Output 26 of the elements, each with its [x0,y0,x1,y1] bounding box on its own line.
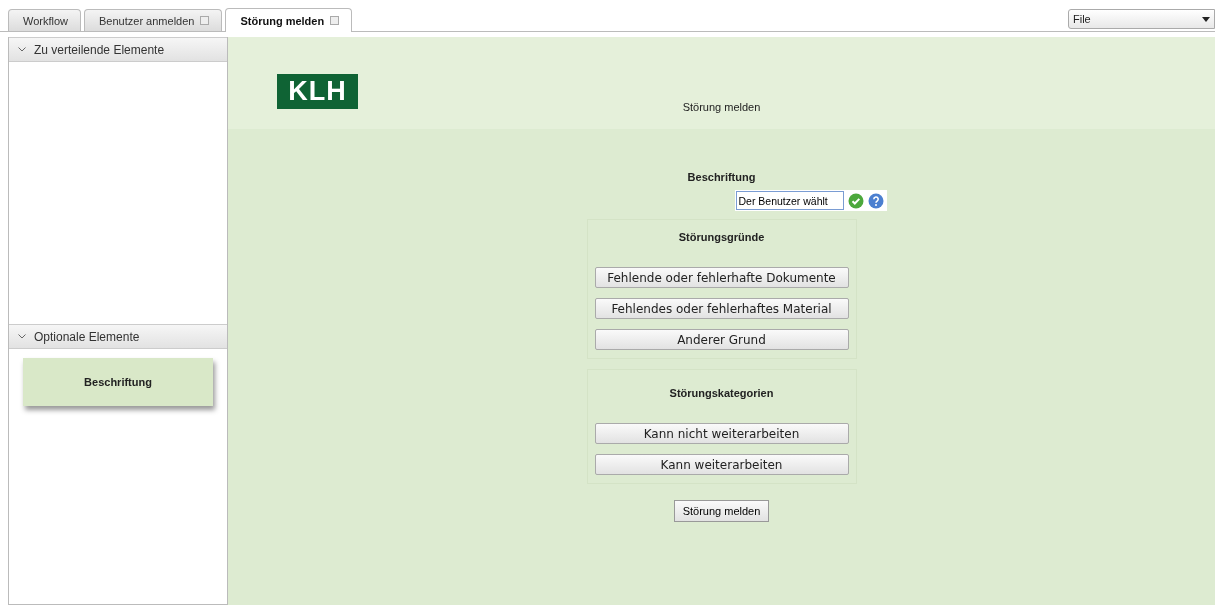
option-button[interactable]: Fehlendes oder fehlerhaftes Material [594,298,849,319]
section-header[interactable]: Optionale Elemente [9,324,227,349]
option-button[interactable]: Kann nicht weiterarbeiten [594,423,849,444]
group-title: Störungsgründe [678,231,765,243]
caret-icon [1202,16,1210,22]
input-field[interactable]: Der Benutzer wählt [735,191,844,210]
tab[interactable]: Workflow [8,9,82,31]
chevron-icon [18,334,26,339]
section-header[interactable]: Zu verteilende Elemente [9,37,227,62]
option-button[interactable]: Fehlende oder fehlerhafte Dokumente [594,267,849,288]
chevron-icon [18,47,26,52]
group-title: Störungskategorien [669,387,774,399]
page-title: Störung melden [681,101,762,113]
tab[interactable]: Störung melden [225,8,353,32]
checkmark-icon[interactable] [847,192,864,209]
option-button[interactable]: Anderer Grund [594,329,849,350]
logo: KLH [277,74,358,109]
tab[interactable]: Benutzer anmelden [84,9,223,31]
file-dropdown[interactable]: File [1068,9,1215,29]
close-icon[interactable] [200,16,210,25]
help-icon[interactable] [867,192,884,209]
field-label: Beschriftung [687,171,756,183]
element-card[interactable]: Beschriftung [23,358,213,406]
close-icon[interactable] [330,16,340,25]
option-button[interactable]: Kann weiterarbeiten [594,454,849,475]
submit-button[interactable]: Störung melden [674,500,769,522]
